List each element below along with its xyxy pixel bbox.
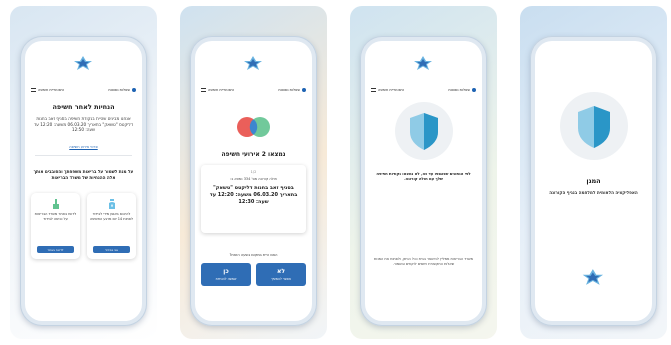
no-sublabel: אפשר להמשיך	[271, 276, 291, 281]
report-card-text: לדווח באתר משרד הבריאות על כניסה לבידוד	[34, 212, 77, 221]
recommendation-text: משרד הבריאות ממליץ להישאר בבית ככל הניתן…	[374, 257, 473, 267]
phone-screen: היסטוריית חשיפה שאלות נפוצות נמצאו 2 איר…	[195, 41, 312, 321]
exposure-detail: בסניף זאב בחנות דליקטס "טשאק" בתאריך 06.…	[209, 185, 298, 205]
shield-icon	[365, 101, 482, 161]
ministry-of-health-logo	[535, 267, 652, 287]
top-bar: היסטוריית חשיפה שאלות נפוצות	[199, 85, 308, 95]
screenshot-card-splash: המגן האפליקציה הלאומית למלחמה בנגיף הקור…	[520, 6, 667, 339]
app-title: המגן	[586, 177, 601, 185]
guidelines-subtitle: על מנת לשמור על בריאות משפחתך והסובבים א…	[33, 169, 134, 180]
pointer-hand-icon	[31, 198, 80, 210]
patient-label: חולה קורונה מס' 334 נמצא ב:	[230, 177, 277, 181]
exposure-description: אנחנו מבינים שהיית בנקודת חשיפה בסניף זא…	[33, 116, 134, 133]
divider	[35, 155, 132, 156]
app-shield-icon	[535, 91, 652, 161]
yes-sublabel: שמשה להנחיות	[215, 276, 237, 281]
exposure-history-link[interactable]: היסטוריית חשיפה	[369, 88, 404, 92]
screenshot-card-exposures: היסטוריית חשיפה שאלות נפוצות נמצאו 2 איר…	[180, 6, 327, 339]
menu-icon	[371, 88, 376, 92]
no-label: לא	[277, 267, 285, 275]
faq-dot-icon	[472, 88, 476, 92]
top-bar: היסטוריית חשיפה שאלות נפוצות	[29, 85, 138, 95]
exposure-details-link[interactable]: פרטי אירוע חשיפה	[25, 145, 142, 149]
faq-dot-icon	[132, 88, 136, 92]
pager: 1/2	[250, 170, 257, 174]
in-isolation-button[interactable]: אני בבידוד	[93, 246, 130, 253]
exposure-event-card: 1/2 חולה קורונה מס' 334 נמצא ב: בסניף זא…	[201, 165, 306, 233]
no-overlap-text: לפי הנתונים שנאספו עד כה, לא נמצאו נקודו…	[376, 171, 471, 182]
report-website-button[interactable]: לדיווח באתר	[37, 246, 74, 253]
ministry-of-health-logo	[25, 55, 142, 71]
isolation-card-text: להיכנס באופן מידי לבידוד לפחות 14 יום מר…	[90, 212, 133, 221]
faq-link[interactable]: שאלות נפוצות	[448, 88, 478, 92]
phone-screen: היסטוריית חשיפה שאלות נפוצות הנחיות לאחר…	[25, 41, 142, 321]
faq-dot-icon	[302, 88, 306, 92]
hand-sanitizer-icon	[87, 198, 136, 210]
yes-button[interactable]: כן שמשה להנחיות	[201, 263, 251, 286]
top-bar: היסטוריית חשיפה שאלות נפוצות	[369, 85, 478, 95]
exposure-history-link[interactable]: היסטוריית חשיפה	[199, 88, 234, 92]
phone-screen: המגן האפליקציה הלאומית למלחמה בנגיף הקור…	[535, 41, 652, 321]
no-button[interactable]: לא אפשר להמשיך	[256, 263, 306, 286]
phone-frame: היסטוריית חשיפה שאלות נפוצות נמצאו 2 איר…	[190, 36, 317, 326]
app-subtitle: האפליקציה הלאומית למלחמה בנגיף הקורונה	[549, 190, 638, 195]
screenshot-card-no-overlap: היסטוריית חשיפה שאלות נפוצות לפי הנתונים…	[350, 6, 497, 339]
page-title: הנחיות לאחר חשיפה	[52, 103, 115, 111]
faq-link[interactable]: שאלות נפוצות	[108, 88, 138, 92]
phone-frame: המגן האפליקציה הלאומית למלחמה בנגיף הקור…	[530, 36, 657, 326]
menu-icon	[201, 88, 206, 92]
exposure-history-link[interactable]: היסטוריית חשיפה	[29, 88, 64, 92]
question-text: האם היית במקום בשעה הזאת?	[229, 253, 278, 257]
overlap-circles-icon	[195, 116, 312, 138]
report-card: לדווח באתר משרד הבריאות על כניסה לבידוד …	[31, 193, 80, 259]
exposures-title: נמצאו 2 אירועי חשיפה	[221, 151, 286, 158]
yes-label: כן	[223, 267, 229, 275]
menu-icon	[31, 88, 36, 92]
isolation-card: להיכנס באופן מידי לבידוד לפחות 14 יום מר…	[87, 193, 136, 259]
screenshot-card-guidelines: היסטוריית חשיפה שאלות נפוצות הנחיות לאחר…	[10, 6, 157, 339]
phone-frame: היסטוריית חשיפה שאלות נפוצות לפי הנתונים…	[360, 36, 487, 326]
faq-link[interactable]: שאלות נפוצות	[278, 88, 308, 92]
phone-screen: היסטוריית חשיפה שאלות נפוצות לפי הנתונים…	[365, 41, 482, 321]
phone-frame: היסטוריית חשיפה שאלות נפוצות הנחיות לאחר…	[20, 36, 147, 326]
ministry-of-health-logo	[365, 55, 482, 71]
ministry-of-health-logo	[195, 55, 312, 71]
